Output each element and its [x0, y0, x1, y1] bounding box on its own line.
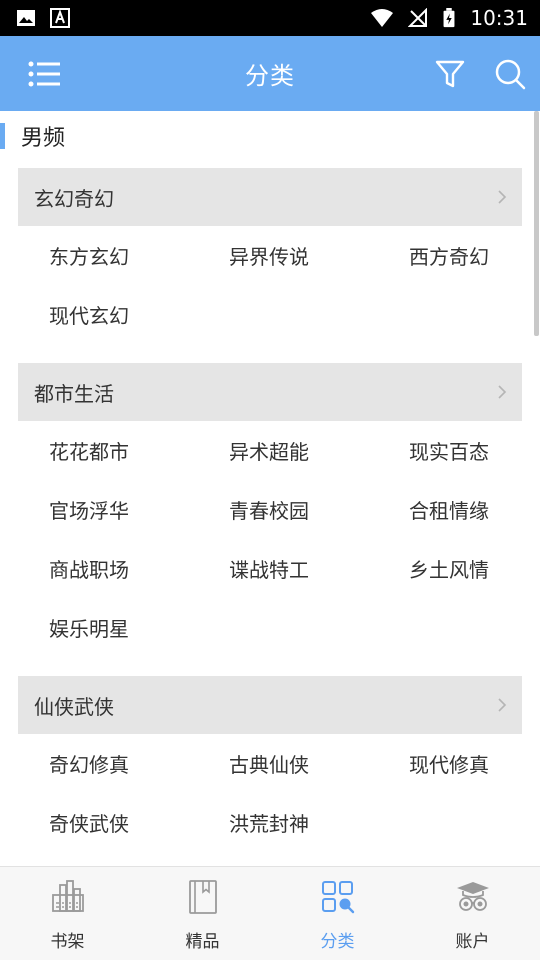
wifi-icon [371, 9, 394, 27]
subcategory-item[interactable]: 洪荒封神 [229, 793, 409, 852]
category-header[interactable]: 都市生活 [18, 363, 522, 421]
status-bar: 10:31 [0, 0, 540, 36]
chevron-right-icon [498, 385, 507, 399]
search-icon [495, 59, 526, 89]
no-signal-icon [408, 8, 428, 27]
page-title: 分类 [245, 62, 295, 90]
scrollbar[interactable] [534, 111, 539, 336]
menu-button[interactable] [22, 36, 66, 111]
subcategory-item[interactable]: 乡土风情 [409, 539, 540, 598]
search-button[interactable] [488, 36, 532, 111]
subcategory-grid: 奇幻修真 古典仙侠 现代修真 奇侠武侠 洪荒封神 [18, 734, 522, 852]
nav-item-featured[interactable]: 精品 [135, 867, 270, 960]
chevron-right-icon [498, 190, 507, 204]
subcategory-item[interactable]: 现代修真 [409, 734, 540, 793]
book-icon [188, 880, 217, 914]
subcategory-item[interactable]: 商战职场 [49, 539, 229, 598]
subcategory-item[interactable]: 现实百态 [409, 421, 540, 480]
subcategory-item[interactable]: 青春校园 [229, 480, 409, 539]
app-header: 分类 [0, 36, 540, 111]
nav-item-bookshelf[interactable]: 书架 [0, 867, 135, 960]
subcategory-item[interactable]: 花花都市 [49, 421, 229, 480]
subcategory-grid: 花花都市 异术超能 现实百态 官场浮华 青春校园 合租情缘 商战职场 谍战特工 … [18, 421, 522, 657]
subcategory-item[interactable]: 官场浮华 [49, 480, 229, 539]
category-header[interactable]: 仙侠武侠 [18, 676, 522, 734]
subcategory-item[interactable]: 异术超能 [229, 421, 409, 480]
nav-item-category[interactable]: 分类 [270, 867, 405, 960]
app-notification-icon [50, 8, 70, 28]
subcategory-item[interactable]: 西方奇幻 [409, 226, 540, 285]
account-icon [456, 882, 489, 911]
subcategory-item[interactable]: 古典仙侠 [229, 734, 409, 793]
category-xianxia: 仙侠武侠 奇幻修真 古典仙侠 现代修真 奇侠武侠 洪荒封神 [18, 676, 522, 852]
filter-button[interactable] [428, 36, 472, 111]
subcategory-item[interactable]: 合租情缘 [409, 480, 540, 539]
subcategory-item[interactable]: 娱乐明星 [49, 598, 229, 657]
subcategory-item[interactable]: 东方玄幻 [49, 226, 229, 285]
status-time: 10:31 [470, 6, 528, 30]
list-menu-icon [28, 61, 60, 86]
section-title: 男频 [0, 121, 65, 151]
category-name: 玄幻奇幻 [34, 186, 114, 211]
bookshelf-icon [51, 880, 84, 912]
image-notification-icon [17, 10, 35, 26]
subcategory-item[interactable]: 谍战特工 [229, 539, 409, 598]
category-name: 仙侠武侠 [34, 694, 114, 719]
chevron-right-icon [498, 698, 507, 712]
section-title-text: 男频 [21, 126, 66, 151]
subcategory-item[interactable]: 异界传说 [229, 226, 409, 285]
subcategory-item[interactable]: 现代玄幻 [49, 285, 229, 344]
subcategory-item[interactable]: 奇侠武侠 [49, 793, 229, 852]
nav-label: 精品 [185, 932, 220, 952]
nav-label: 分类 [320, 932, 355, 952]
category-xuanhuan: 玄幻奇幻 东方玄幻 异界传说 西方奇幻 现代玄幻 [18, 168, 522, 344]
section-accent-bar [0, 123, 5, 149]
subcategory-item[interactable]: 奇幻修真 [49, 734, 229, 793]
category-content[interactable]: 男频 玄幻奇幻 东方玄幻 异界传说 西方奇幻 现代玄幻 都市生活 花花都市 异术… [0, 111, 540, 866]
nav-label: 书架 [50, 932, 85, 952]
nav-label: 账户 [455, 932, 490, 952]
category-header[interactable]: 玄幻奇幻 [18, 168, 522, 226]
subcategory-grid: 东方玄幻 异界传说 西方奇幻 现代玄幻 [18, 226, 522, 344]
category-dushi: 都市生活 花花都市 异术超能 现实百态 官场浮华 青春校园 合租情缘 商战职场 … [18, 363, 522, 657]
category-icon [321, 881, 354, 914]
bottom-nav: 书架 精品 分类 账户 [0, 866, 540, 960]
category-name: 都市生活 [34, 381, 114, 406]
filter-icon [435, 60, 465, 87]
battery-charging-icon [443, 8, 455, 28]
nav-item-account[interactable]: 账户 [405, 867, 540, 960]
